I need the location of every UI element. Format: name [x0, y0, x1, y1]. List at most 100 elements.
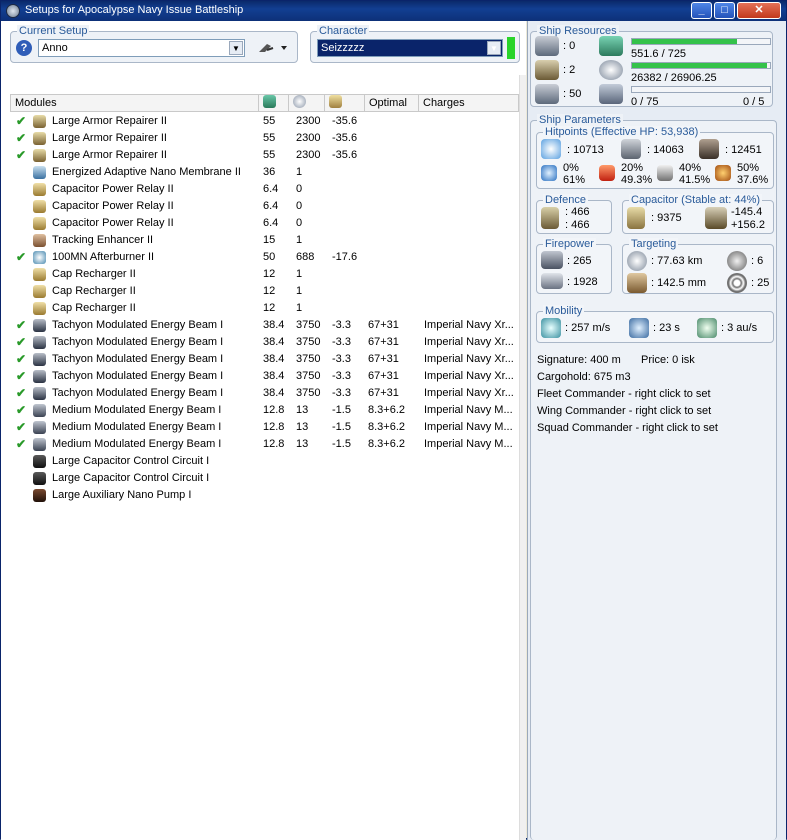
- module-cpu: 50: [263, 251, 276, 263]
- table-row[interactable]: Large Capacitor Control Circuit I: [10, 453, 519, 470]
- shield-hp: : 10713: [567, 144, 604, 156]
- module-cpu: 12.8: [263, 438, 285, 450]
- warp-speed: : 3 au/s: [721, 322, 758, 334]
- header-capacitor[interactable]: [325, 95, 365, 111]
- calibration: : 50: [563, 88, 582, 100]
- calibration-icon: [535, 84, 559, 104]
- modules-table-header: Modules Optimal Charges: [10, 94, 519, 112]
- module-icon: [33, 166, 46, 179]
- module-icon: [33, 302, 46, 315]
- current-setup-dropdown[interactable]: Anno ▼: [38, 39, 245, 57]
- module-active-check: ✔: [16, 131, 27, 145]
- module-name: Capacitor Power Relay II: [52, 217, 174, 229]
- module-powergrid: 0: [296, 217, 303, 229]
- table-row[interactable]: ✔ Medium Modulated Energy Beam I 12.8 13 -1.…: [10, 402, 519, 419]
- window-title: Setups for Apocalypse Navy Issue Battles…: [25, 4, 244, 16]
- help-icon[interactable]: ?: [16, 40, 32, 56]
- squad-commander[interactable]: Squad Commander - right click to set: [537, 422, 718, 434]
- ship-price: Price: 0 isk: [641, 354, 695, 366]
- title-bar[interactable]: Setups for Apocalypse Navy Issue Battles…: [1, 1, 786, 21]
- align-time-icon: [629, 318, 649, 338]
- header-powergrid[interactable]: [289, 95, 325, 111]
- table-row[interactable]: Large Capacitor Control Circuit I: [10, 470, 519, 487]
- character-group: Character Seizzzzz ▼: [310, 25, 520, 63]
- powergrid-bar: [631, 62, 771, 69]
- table-row[interactable]: Capacitor Power Relay II 6.4 0: [10, 198, 519, 215]
- header-optimal[interactable]: Optimal: [365, 95, 419, 111]
- drone-bandwidth-value: 0 / 5: [743, 96, 765, 108]
- mobility-legend: Mobility: [543, 305, 585, 317]
- header-modules[interactable]: Modules: [11, 95, 259, 111]
- table-row[interactable]: Cap Recharger II 12 1: [10, 266, 519, 283]
- fleet-commander[interactable]: Fleet Commander - right click to set: [537, 388, 711, 400]
- speed-icon: [541, 318, 561, 338]
- table-row[interactable]: ✔ Tachyon Modulated Energy Beam I 38.4 3750…: [10, 385, 519, 402]
- module-icon: [33, 336, 46, 349]
- maximize-button[interactable]: □: [714, 2, 735, 19]
- table-row[interactable]: Cap Recharger II 12 1: [10, 283, 519, 300]
- table-row[interactable]: ✔ Tachyon Modulated Energy Beam I 38.4 3750…: [10, 368, 519, 385]
- module-powergrid: 3750: [296, 387, 321, 399]
- table-row[interactable]: ✔ Large Armor Repairer II 55 2300 -35.6: [10, 113, 519, 130]
- table-row[interactable]: ✔ Medium Modulated Energy Beam I 12.8 13 -1.…: [10, 419, 519, 436]
- character-dropdown[interactable]: Seizzzzz ▼: [317, 39, 503, 57]
- targeting-group: Targeting : 77.63 km : 6 : 142.5 mm : 25: [622, 238, 774, 294]
- defence-value-2: : 466: [565, 219, 590, 231]
- table-row[interactable]: ✔ 100MN Afterburner II 50 688 -17.6: [10, 249, 519, 266]
- table-row[interactable]: Energized Adaptive Nano Membrane II 36 1: [10, 164, 519, 181]
- firepower-dps: : 265: [567, 255, 592, 267]
- cargohold: Cargohold: 675 m3: [537, 371, 631, 383]
- table-row[interactable]: ✔ Tachyon Modulated Energy Beam I 38.4 3750…: [10, 351, 519, 368]
- module-icon: [33, 455, 46, 468]
- module-powergrid: 0: [296, 183, 303, 195]
- table-row[interactable]: Capacitor Power Relay II 6.4 0: [10, 181, 519, 198]
- module-icon: [33, 217, 46, 230]
- chevron-down-icon[interactable]: ▼: [487, 41, 501, 55]
- targeting-range: : 77.63 km: [651, 255, 703, 267]
- hitpoints-legend: Hitpoints (Effective HP: 53,938): [543, 126, 701, 138]
- launcher-slots: : 2: [563, 64, 576, 76]
- table-row[interactable]: ✔ Large Armor Repairer II 55 2300 -35.6: [10, 147, 519, 164]
- table-row[interactable]: Tracking Enhancer II 15 1: [10, 232, 519, 249]
- ship-tools-icon: [259, 44, 287, 52]
- signature-radius: Signature: 400 m: [537, 354, 621, 366]
- chevron-down-icon[interactable]: ▼: [229, 41, 243, 55]
- table-row[interactable]: ✔ Medium Modulated Energy Beam I 12.8 13 -1.…: [10, 436, 519, 453]
- table-row[interactable]: ✔ Large Armor Repairer II 55 2300 -35.6: [10, 130, 519, 147]
- module-name: 100MN Afterburner II: [52, 251, 155, 263]
- explosive-resist-icon: [715, 165, 731, 181]
- table-row[interactable]: ✔ Tachyon Modulated Energy Beam I 38.4 3750…: [10, 334, 519, 351]
- header-charges[interactable]: Charges: [419, 95, 520, 111]
- max-targets: : 6: [751, 255, 764, 267]
- module-name: Large Auxiliary Nano Pump I: [52, 489, 192, 501]
- table-row[interactable]: Capacitor Power Relay II 6.4 0: [10, 215, 519, 232]
- wing-commander[interactable]: Wing Commander - right click to set: [537, 405, 711, 417]
- sensor-strength: : 25: [751, 277, 770, 289]
- warp-speed-icon: [697, 318, 717, 338]
- module-cpu: 12.8: [263, 421, 285, 433]
- targeting-range-icon: [627, 251, 647, 271]
- header-cpu[interactable]: [259, 95, 289, 111]
- module-name: Large Armor Repairer II: [52, 115, 167, 127]
- module-name: Cap Recharger II: [52, 268, 136, 280]
- powergrid-icon: [599, 60, 623, 80]
- hitpoints-group: Hitpoints (Effective HP: 53,938) : 10713…: [536, 126, 774, 189]
- module-cpu: 38.4: [263, 387, 285, 399]
- close-button[interactable]: ✕: [737, 2, 781, 19]
- table-row[interactable]: ✔ Tachyon Modulated Energy Beam I 38.4 3750…: [10, 317, 519, 334]
- module-icon: [33, 183, 46, 196]
- table-row[interactable]: Large Auxiliary Nano Pump I: [10, 487, 519, 504]
- setups-window: Setups for Apocalypse Navy Issue Battles…: [0, 0, 787, 840]
- module-charges: Imperial Navy M...: [424, 421, 513, 433]
- table-row[interactable]: Cap Recharger II 12 1: [10, 300, 519, 317]
- table-scrollbar[interactable]: [519, 75, 526, 840]
- minimize-button[interactable]: _: [691, 2, 712, 19]
- drone-bar: [631, 86, 771, 93]
- module-name: Tachyon Modulated Energy Beam I: [52, 387, 224, 399]
- module-active-check: ✔: [16, 386, 27, 400]
- cap-recharge-icon: [705, 207, 727, 229]
- setup-options-button[interactable]: [257, 40, 289, 56]
- armor-icon: [621, 139, 641, 159]
- kinetic-resist-1: 40%: [679, 162, 702, 174]
- ship-info-panel: Ship Resources : 0 : 2 : 50 551.6 / 725 …: [527, 21, 786, 840]
